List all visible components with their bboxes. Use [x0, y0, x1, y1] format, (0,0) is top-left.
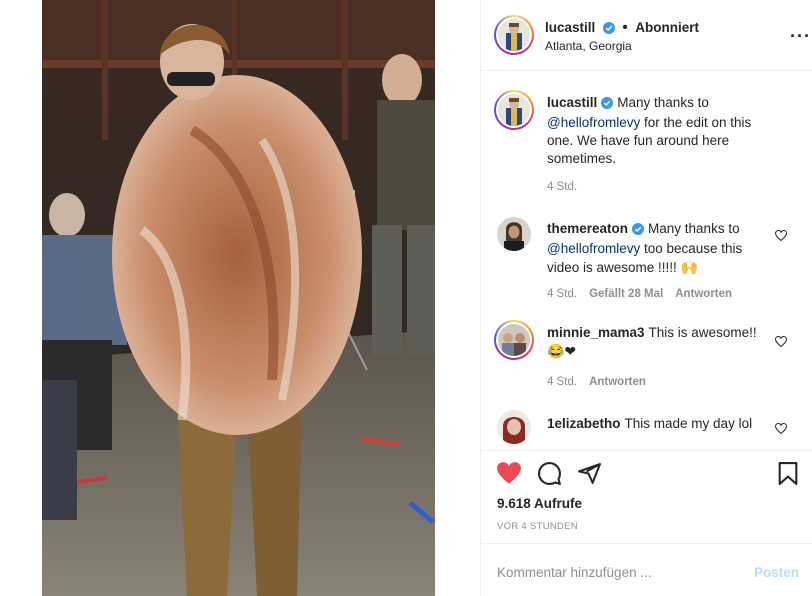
comment-meta: 4 Std. Antworten	[547, 376, 646, 388]
paper-plane-icon[interactable]	[577, 461, 602, 491]
post-header: lucastill • Abonniert Atlanta, Georgia ·…	[481, 0, 812, 71]
verified-badge-icon	[602, 21, 615, 39]
comment-avatar-image	[497, 410, 531, 444]
heart-filled-icon[interactable]	[496, 461, 522, 490]
author-username[interactable]: lucastill	[545, 20, 595, 35]
comment-username[interactable]: themereaton	[547, 221, 628, 236]
comment-meta: 4 Std. Gefällt 28 Mal Antworten	[547, 288, 732, 300]
media-area	[0, 0, 480, 596]
comment-avatar-image	[497, 217, 531, 251]
comment-item: 1elizabetho This made my day lol	[481, 407, 812, 450]
comment-time[interactable]: 4 Std.	[547, 288, 577, 300]
post-video[interactable]	[42, 0, 435, 596]
caption-comment: lucastill Many thanks to @hellofromlevy f…	[481, 72, 812, 193]
comment-time[interactable]: 4 Std.	[547, 181, 577, 193]
video-frame	[42, 0, 435, 596]
ellipsis-icon[interactable]: ···	[790, 26, 811, 47]
header-title-row: lucastill • Abonniert	[545, 19, 699, 39]
post-location[interactable]: Atlanta, Georgia	[545, 39, 632, 53]
comment-avatar[interactable]	[497, 410, 531, 444]
mention-link[interactable]: @hellofromlevy	[547, 241, 640, 256]
comment-avatar[interactable]	[494, 90, 534, 130]
comment-item: themereaton Many thanks to @hellofromlevy…	[481, 212, 812, 302]
comment-username[interactable]: minnie_mama3	[547, 325, 645, 340]
comment-item: minnie_mama3 This is awesome!! 😂❤ 4 Std. A…	[481, 320, 812, 400]
comment-avatar-image	[498, 324, 530, 356]
post-timestamp[interactable]: VOR 4 STUNDEN	[497, 521, 578, 532]
comment-username[interactable]: 1elizabetho	[547, 416, 621, 431]
reply-button[interactable]: Antworten	[589, 376, 646, 388]
comment-text: themereaton Many thanks to @hellofromlevy…	[547, 220, 773, 277]
comment-bubble-icon[interactable]	[537, 461, 562, 491]
emoji: 🙌	[680, 259, 698, 275]
emoji: 😂❤	[547, 343, 577, 359]
mention-link[interactable]: @hellofromlevy	[547, 115, 640, 130]
comment-body: Many thanks to	[648, 221, 740, 236]
comment-meta: 4 Std.	[547, 181, 577, 193]
comment-text: minnie_mama3 This is awesome!! 😂❤	[547, 324, 773, 361]
comment-body: This made my day lol	[624, 416, 753, 431]
reply-button[interactable]: Antworten	[675, 288, 732, 300]
bookmark-icon[interactable]	[777, 461, 799, 491]
comment-avatar[interactable]	[494, 320, 534, 360]
comment-body: Many thanks to	[617, 95, 709, 110]
comment-username[interactable]: lucastill	[547, 95, 597, 110]
comment-text: 1elizabetho This made my day lol	[547, 415, 773, 433]
verified-badge-icon	[632, 222, 645, 240]
heart-outline-icon[interactable]	[774, 334, 788, 352]
comment-text: lucastill Many thanks to @hellofromlevy f…	[547, 94, 773, 168]
heart-outline-icon[interactable]	[774, 228, 788, 246]
comment-likes[interactable]: Gefällt 28 Mal	[589, 288, 663, 300]
post-button[interactable]: Posten	[754, 565, 799, 580]
comments-list[interactable]: lucastill Many thanks to @hellofromlevy f…	[481, 72, 812, 450]
add-comment-bar: Kommentar hinzufügen ... Posten	[481, 543, 812, 596]
views-count[interactable]: 9.618 Aufrufe	[497, 496, 582, 511]
comment-avatar[interactable]	[497, 217, 531, 251]
verified-badge-icon	[601, 96, 614, 114]
post-detail-panel: lucastill • Abonniert Atlanta, Georgia ·…	[480, 0, 812, 596]
post-actions: 9.618 Aufrufe VOR 4 STUNDEN	[481, 450, 812, 553]
author-avatar[interactable]	[494, 15, 534, 55]
heart-outline-icon[interactable]	[774, 421, 788, 439]
comment-input[interactable]: Kommentar hinzufügen ...	[497, 565, 652, 580]
follow-status[interactable]: Abonniert	[635, 20, 699, 35]
comment-time[interactable]: 4 Std.	[547, 376, 577, 388]
comment-body: This is awesome!!	[648, 325, 757, 340]
author-avatar-image	[498, 19, 530, 51]
separator-dot: •	[622, 19, 628, 36]
comment-avatar-image	[498, 94, 530, 126]
